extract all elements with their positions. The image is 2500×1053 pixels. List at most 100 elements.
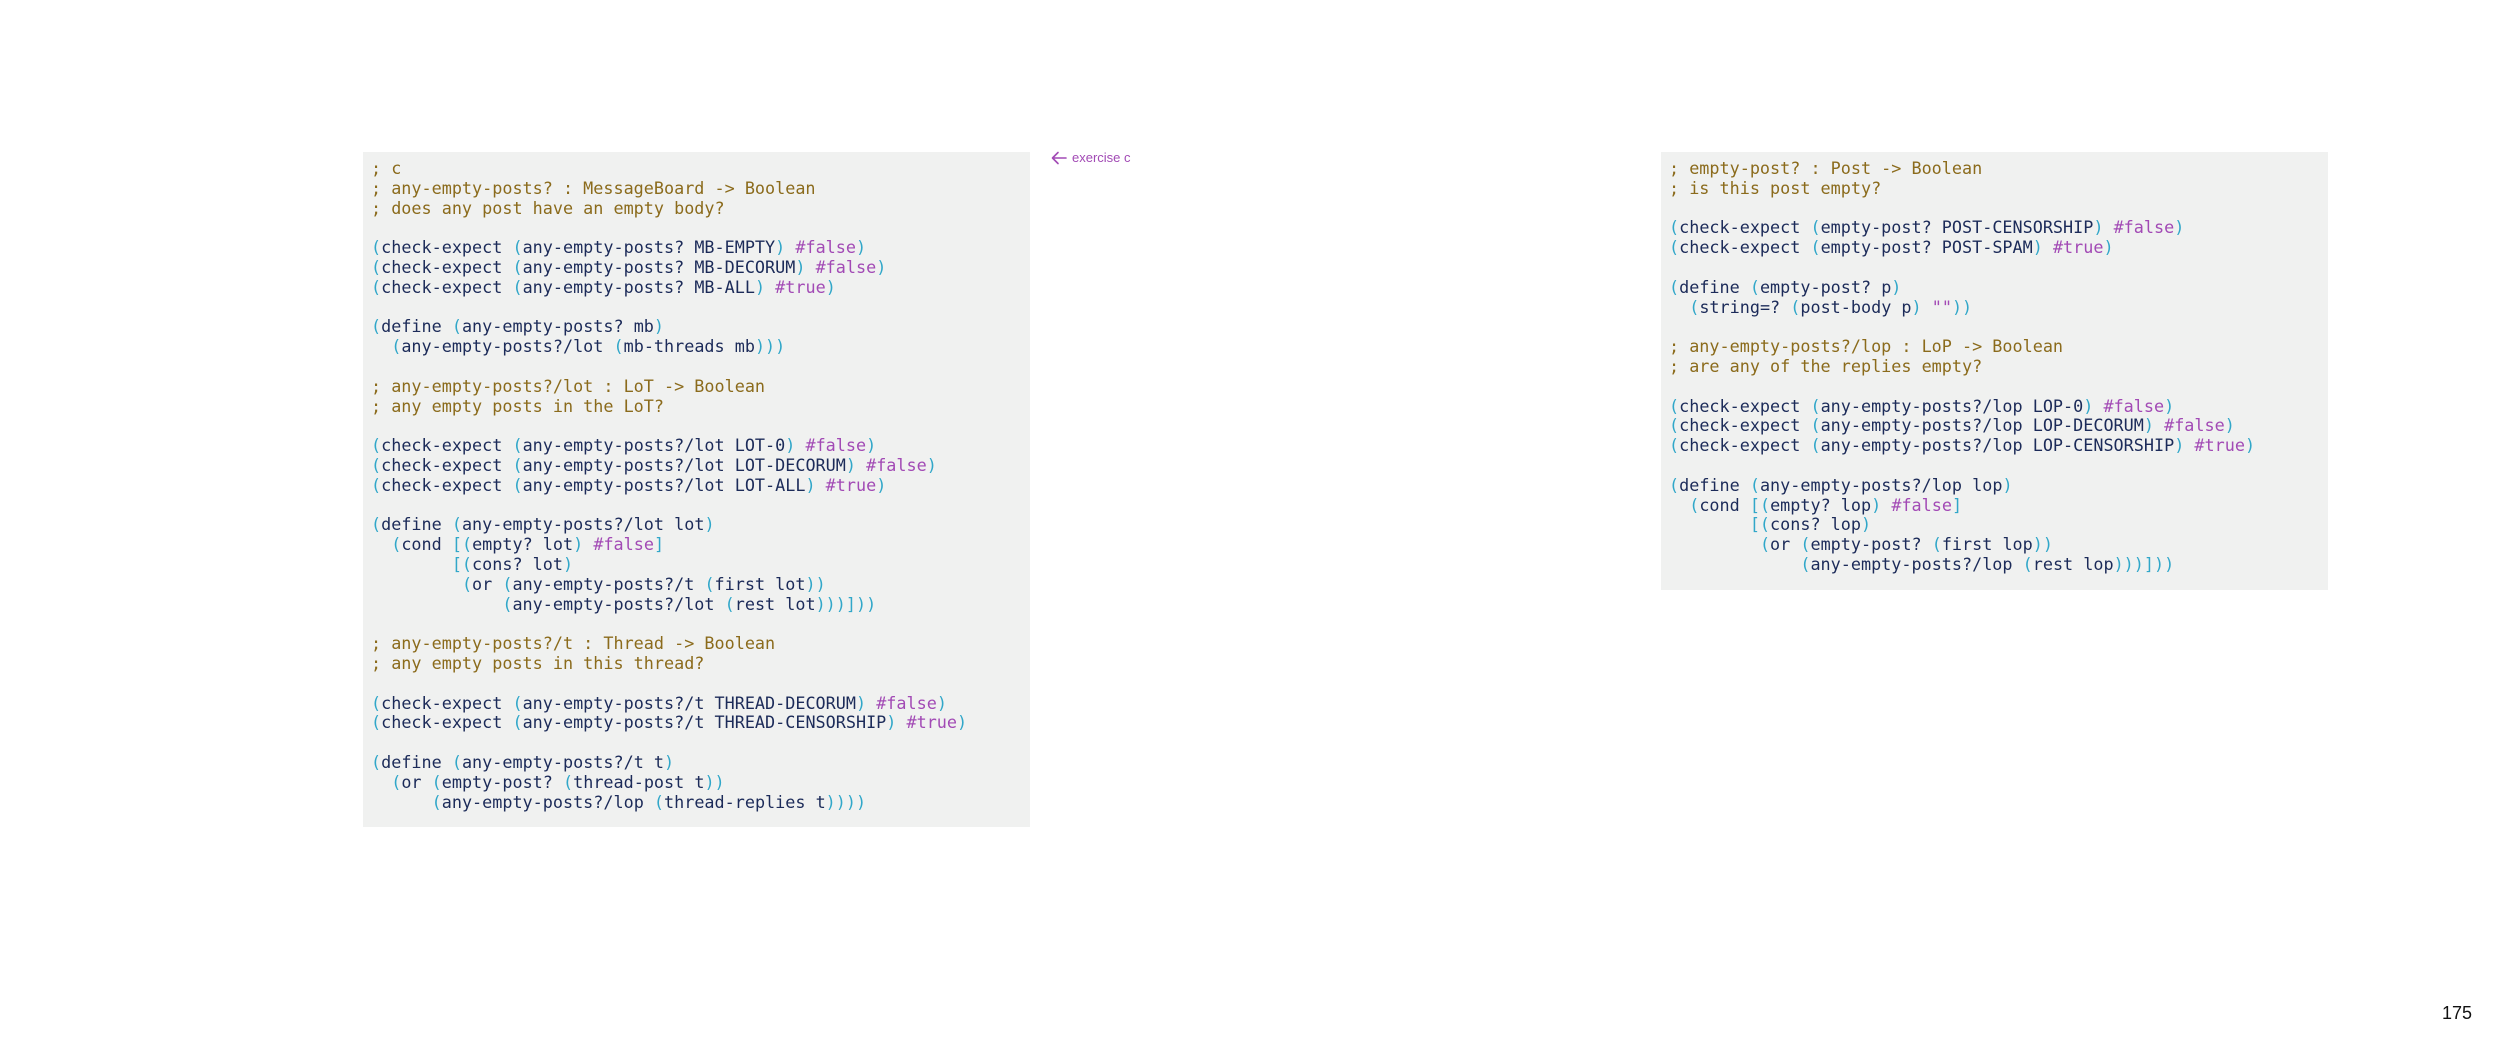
code-token: ( bbox=[1800, 534, 1811, 555]
code-token: #true bbox=[825, 474, 877, 495]
code-token: ( bbox=[1669, 276, 1680, 297]
code-token: ) bbox=[2103, 237, 2114, 258]
code-token: #false bbox=[1891, 494, 1952, 515]
code-block-right: ; empty-post? : Post -> Boolean; is this… bbox=[1661, 152, 2328, 590]
code-token: #true bbox=[2194, 435, 2245, 456]
code-line: (any-empty-posts?/lop (thread-replies t)… bbox=[371, 791, 1022, 813]
code-token: ) bbox=[653, 316, 665, 337]
code-token: ( bbox=[1790, 296, 1801, 317]
code-token: ( bbox=[391, 534, 402, 555]
code-token: ) bbox=[845, 454, 856, 475]
code-token: ) bbox=[957, 712, 968, 733]
code-token: check-expect bbox=[1679, 415, 1811, 436]
code-token: any-empty-posts?/lot LOT-DECORUM bbox=[522, 454, 846, 475]
code-token: ; any-empty-posts?/t : Thread -> Boolean bbox=[371, 633, 776, 654]
code-token: define bbox=[381, 514, 452, 535]
code-token: )) bbox=[805, 573, 826, 594]
code-token: ( bbox=[1669, 435, 1680, 456]
code-token: first lot bbox=[714, 573, 806, 594]
code-token: thread-replies t bbox=[664, 791, 826, 812]
code-line: (check-expect (any-empty-posts?/lop LOP-… bbox=[1669, 395, 2320, 417]
code-token: check-expect bbox=[381, 692, 513, 713]
code-token: #false bbox=[2113, 217, 2175, 238]
code-token: ) bbox=[866, 435, 877, 456]
code-token: check-expect bbox=[1679, 217, 1811, 238]
code-token: empty-post? bbox=[441, 771, 563, 792]
code-token: any-empty-posts?/t THREAD-CENSORSHIP bbox=[522, 712, 887, 733]
code-line: (or (empty-post? (thread-post t)) bbox=[371, 771, 1022, 793]
code-token: ( bbox=[451, 316, 462, 337]
code-line: ; is this post empty? bbox=[1669, 177, 2320, 199]
code-token: ( bbox=[371, 237, 382, 258]
code-token: ) bbox=[562, 553, 574, 574]
code-token: ( bbox=[461, 573, 473, 594]
code-token: ( bbox=[512, 256, 523, 277]
code-token: check-expect bbox=[1679, 237, 1811, 258]
code-line: [(cons? lop) bbox=[1669, 514, 2320, 535]
code-token: any-empty-posts?/lot bbox=[401, 336, 614, 357]
code-token: ; is this post empty? bbox=[1669, 177, 1882, 198]
code-token: #false bbox=[866, 454, 927, 475]
code-token: ( bbox=[1800, 553, 1811, 574]
code-token: any-empty-posts?/t THREAD-DECORUM bbox=[522, 692, 856, 713]
code-token: any-empty-posts? MB-DECORUM bbox=[522, 256, 796, 277]
code-token: ( bbox=[653, 791, 665, 812]
code-line: (any-empty-posts?/lot (rest lot)))])) bbox=[371, 593, 1022, 615]
exercise-link[interactable]: exercise c bbox=[1051, 150, 1131, 165]
code-line: (cond [(empty? lop) #false] bbox=[1669, 494, 2320, 516]
code-token: ( bbox=[502, 593, 513, 614]
code-token: ( bbox=[431, 791, 442, 812]
code-token: ) bbox=[785, 435, 796, 456]
code-token: ) bbox=[2083, 395, 2094, 416]
code-line: ; c bbox=[371, 158, 1022, 179]
code-token: ( bbox=[371, 435, 382, 456]
code-token: #false bbox=[805, 435, 867, 456]
code-token: ) bbox=[775, 237, 786, 258]
code-line: (check-expect (any-empty-posts?/lot LOT-… bbox=[371, 474, 1022, 496]
code-token: define bbox=[381, 751, 452, 772]
code-token: ; any empty posts in the LoT? bbox=[371, 395, 664, 416]
code-line: (check-expect (any-empty-posts? MB-EMPTY… bbox=[371, 237, 1022, 258]
code-token: ) bbox=[2224, 415, 2235, 436]
code-token: ( bbox=[502, 573, 513, 594]
code-token: ( bbox=[563, 771, 574, 792]
code-token: [( bbox=[1749, 514, 1771, 535]
code-token: ( bbox=[724, 593, 735, 614]
code-token: ( bbox=[1759, 534, 1771, 555]
code-line: (define (any-empty-posts?/t t) bbox=[371, 751, 1022, 773]
code-token: ; any empty posts in this thread? bbox=[371, 652, 705, 673]
code-line: (check-expect (any-empty-posts?/lop LOP-… bbox=[1669, 435, 2320, 456]
code-line: (or (empty-post? (first lop)) bbox=[1669, 534, 2320, 555]
code-token: )))])) bbox=[2113, 553, 2175, 574]
code-token: ( bbox=[371, 316, 382, 337]
code-token: or bbox=[401, 771, 432, 792]
code-token: ( bbox=[371, 712, 382, 733]
code-token: ))) bbox=[754, 336, 786, 357]
code-token: ( bbox=[512, 474, 523, 495]
code-token: check-expect bbox=[381, 276, 513, 297]
code-token: ) bbox=[856, 237, 867, 258]
code-token: ) bbox=[2164, 395, 2175, 416]
code-token: or bbox=[472, 573, 503, 594]
code-line: (check-expect (any-empty-posts? MB-DECOR… bbox=[371, 256, 1022, 278]
code-token: ( bbox=[1931, 534, 1942, 555]
code-token: ) bbox=[795, 256, 806, 277]
